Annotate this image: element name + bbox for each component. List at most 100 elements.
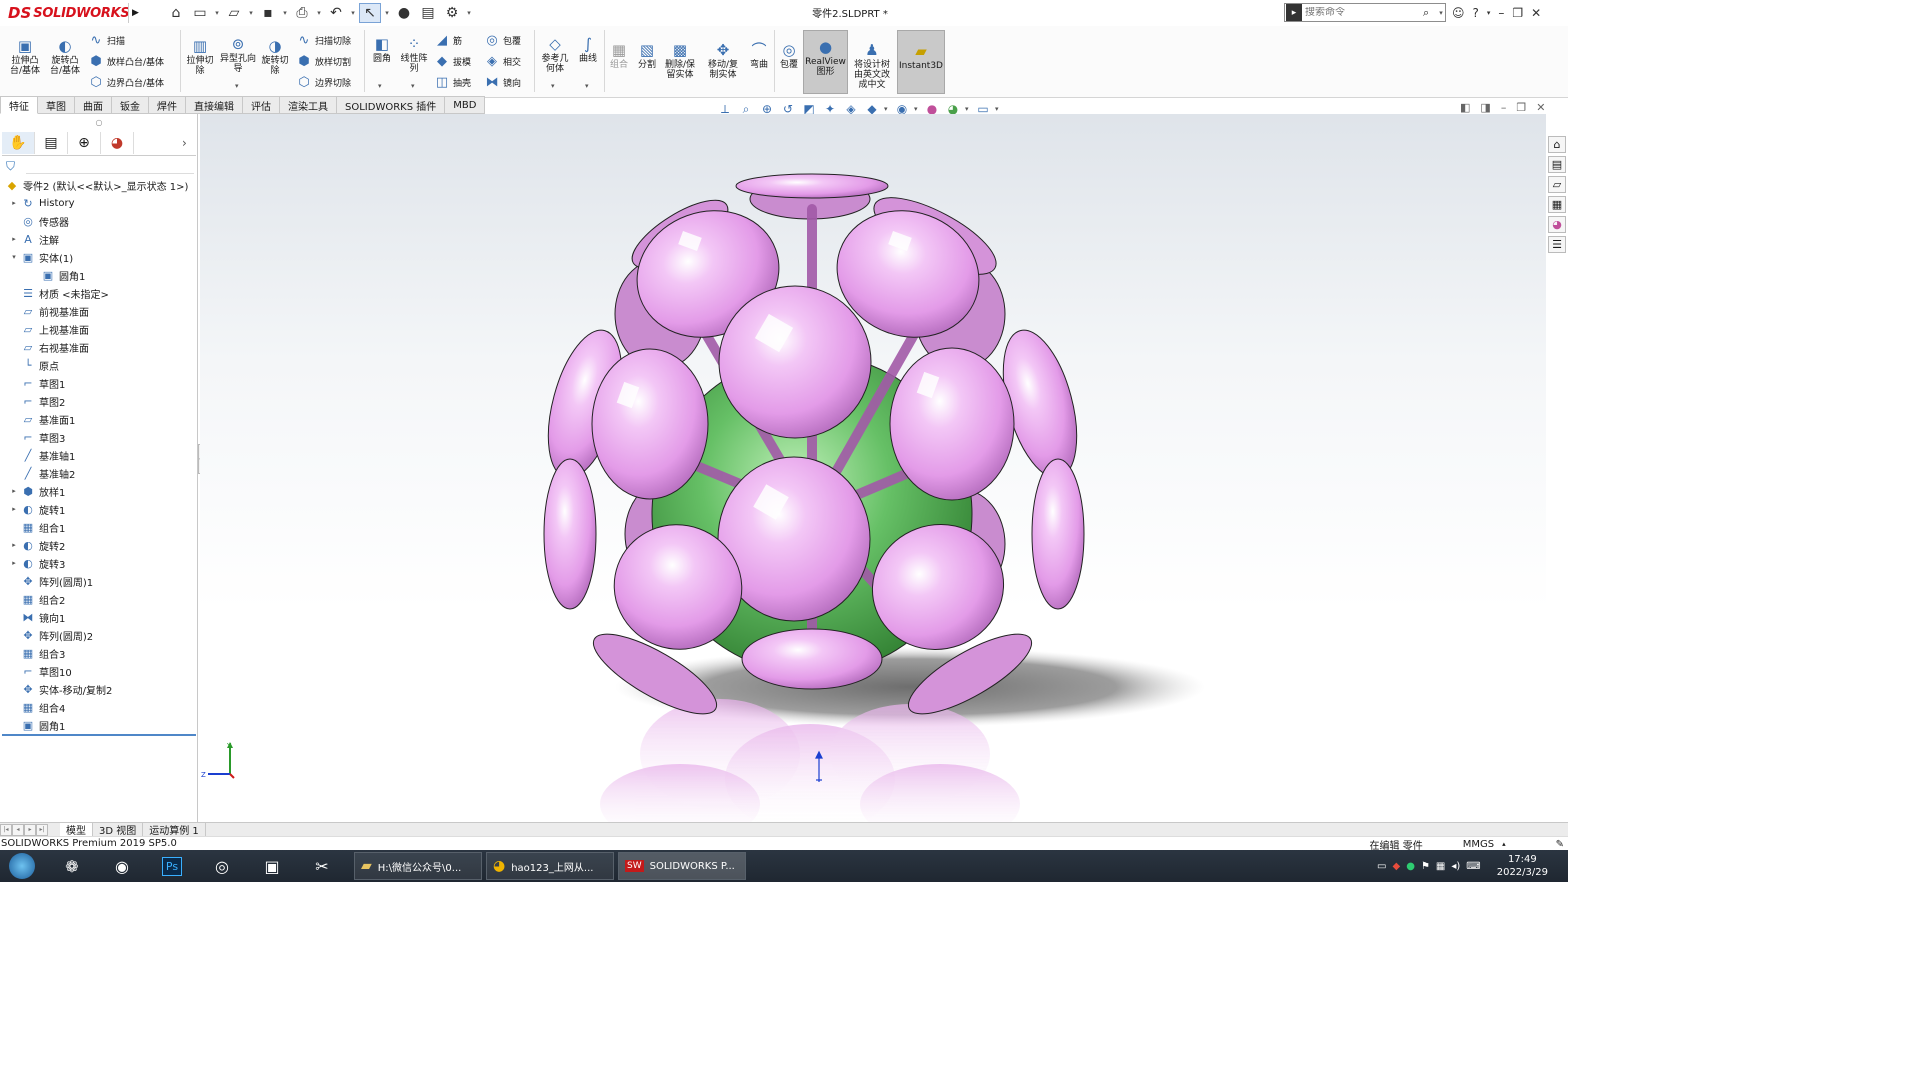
print-icon[interactable]: ⎙ xyxy=(291,3,313,23)
design-library-icon[interactable]: ▤ xyxy=(1548,156,1566,173)
tree-en-cn-button[interactable]: ♟ 将设计树由英文改成中文 xyxy=(850,40,894,91)
clock[interactable]: 17:49 2022/3/29 xyxy=(1497,853,1548,879)
custom-properties-icon[interactable]: ☰ xyxy=(1548,236,1566,253)
last-tab-arrow[interactable]: ▸| xyxy=(36,823,48,836)
configuration-tab[interactable]: ⊕ xyxy=(68,132,101,154)
tree-item[interactable]: ▦ 组合4 xyxy=(0,698,198,716)
tree-item[interactable]: ⧓ 镜向1 xyxy=(0,608,198,626)
graphics-area[interactable] xyxy=(200,114,1546,822)
tab-7[interactable]: 渲染工具 xyxy=(280,96,337,114)
wrap-button[interactable]: ◎ 包覆 xyxy=(484,31,521,49)
save-dropdown[interactable]: ▾ xyxy=(281,3,289,23)
expand-panel-icon[interactable]: › xyxy=(182,136,187,150)
tree-item[interactable]: ▣ 圆角1 xyxy=(0,266,198,284)
tree-item[interactable]: ✥ 实体-移动/复制2 xyxy=(0,680,198,698)
boundary-cut-button[interactable]: ⬡ 边界切除 xyxy=(296,73,351,91)
tree-item[interactable]: ▦ 组合3 xyxy=(0,644,198,662)
wrap2-button[interactable]: ◎ 包覆 xyxy=(776,40,802,71)
taskbar-window-browser[interactable]: ◕ hao123_上网从... xyxy=(486,852,614,880)
pattern-dropdown[interactable]: ▾ xyxy=(411,82,415,90)
expand-arrow-icon[interactable]: ▸ xyxy=(8,199,20,207)
hole-wizard-dropdown[interactable]: ▾ xyxy=(235,82,239,90)
tray-ime-icon[interactable]: ⌨ xyxy=(1466,861,1480,872)
open-dropdown[interactable]: ▾ xyxy=(247,3,255,23)
shell-button[interactable]: ◫ 抽壳 xyxy=(434,73,471,91)
undo-icon[interactable]: ↶ xyxy=(325,3,347,23)
tree-item[interactable]: ⌐ 草图10 xyxy=(0,662,198,680)
prev-tab-arrow[interactable]: ◂ xyxy=(12,823,24,836)
tree-item[interactable]: ▸ ↻ History xyxy=(0,194,198,212)
first-tab-arrow[interactable]: |◂ xyxy=(0,823,12,836)
tray-network-icon[interactable]: ▦ xyxy=(1436,861,1445,872)
next-tab-arrow[interactable]: ▸ xyxy=(24,823,36,836)
curves-button[interactable]: ∫ 曲线 xyxy=(574,34,602,65)
move-copy-body-button[interactable]: ✥ 移动/复制实体 xyxy=(704,40,742,81)
appearances-icon[interactable]: ◕ xyxy=(1548,216,1566,233)
select-dropdown[interactable]: ▾ xyxy=(383,3,391,23)
draft-button[interactable]: ◆ 拔模 xyxy=(434,52,471,70)
tab-0[interactable]: 特征 xyxy=(0,96,38,114)
tree-item[interactable]: ▦ 组合2 xyxy=(0,590,198,608)
file-explorer-icon[interactable]: ▱ xyxy=(1548,176,1566,193)
close-button[interactable]: ✕ xyxy=(1531,6,1541,20)
browser-icon[interactable]: ◉ xyxy=(102,852,142,880)
tray-security-icon[interactable]: ● xyxy=(1406,861,1415,872)
tab-4[interactable]: 焊件 xyxy=(149,96,186,114)
tree-item[interactable]: ⌐ 草图2 xyxy=(0,392,198,410)
restore-button[interactable]: ❐ xyxy=(1512,6,1523,20)
sweep-button[interactable]: ∿ 扫描 xyxy=(88,31,125,49)
select-icon[interactable]: ↖ xyxy=(359,3,381,23)
realview-button[interactable]: ● RealView图形 xyxy=(803,30,848,94)
tray-flag-icon[interactable]: ⚑ xyxy=(1421,861,1430,872)
minimize-button[interactable]: – xyxy=(1498,6,1504,20)
tree-item[interactable]: ▸ ◐ 旋转3 xyxy=(0,554,198,572)
tab-5[interactable]: 直接编辑 xyxy=(186,96,243,114)
flex-button[interactable]: ⌒ 弯曲 xyxy=(746,40,772,71)
taskbar-window-solidworks[interactable]: SW SOLIDWORKS P... xyxy=(618,852,746,880)
solidworks-resources-icon[interactable]: ⌂ xyxy=(1548,136,1566,153)
expand-arrow-icon[interactable]: ▸ xyxy=(8,541,20,549)
linear-pattern-button[interactable]: ⁘ 线性阵列 xyxy=(398,34,430,75)
home-icon[interactable]: ⌂ xyxy=(165,3,187,23)
expand-arrow-icon[interactable]: ▸ xyxy=(8,505,20,513)
hole-wizard-button[interactable]: ⊚ 异型孔向导 xyxy=(220,34,256,75)
intersect-button[interactable]: ◈ 相交 xyxy=(484,52,521,70)
help-dropdown[interactable]: ▾ xyxy=(1487,9,1491,17)
solidworks-logo[interactable]: DS SOLIDWORKS xyxy=(8,3,130,23)
filter-icon[interactable]: ⛉ xyxy=(6,159,15,174)
panel-grip[interactable]: ○ xyxy=(0,115,198,129)
search-mode-icon[interactable]: ▸ xyxy=(1286,4,1302,21)
media-icon[interactable]: ◎ xyxy=(202,852,242,880)
tray-antivirus-icon[interactable]: ◆ xyxy=(1393,861,1401,872)
tree-item[interactable]: ▸ ⬢ 放样1 xyxy=(0,482,198,500)
units-dropdown[interactable]: ▴ xyxy=(1502,840,1506,848)
extrude-cut-button[interactable]: ▥ 拉伸切除 xyxy=(184,36,216,77)
display-manager-tab[interactable]: ◕ xyxy=(101,132,134,154)
expand-arrow-icon[interactable]: ▸ xyxy=(8,559,20,567)
search-command-box[interactable]: ▸ ⌕ ▾ xyxy=(1284,3,1446,22)
tree-item[interactable]: ▸ ◐ 旋转2 xyxy=(0,536,198,554)
options-icon[interactable]: ⚙ xyxy=(441,3,463,23)
tree-item[interactable]: ╱ 基准轴1 xyxy=(0,446,198,464)
scene-dropdown[interactable]: ▾ xyxy=(965,105,971,113)
status-units[interactable]: MMGS xyxy=(1463,839,1494,850)
tray-volume-icon[interactable]: ◂) xyxy=(1451,861,1460,872)
tree-item[interactable]: ▸ A 注解 xyxy=(0,230,198,248)
expand-arrow-icon[interactable]: ▾ xyxy=(8,253,20,261)
undo-dropdown[interactable]: ▾ xyxy=(349,3,357,23)
expand-arrow-icon[interactable]: ▸ xyxy=(8,487,20,495)
collapse-left-icon[interactable]: ◧ xyxy=(1460,101,1470,114)
tree-item[interactable]: ⌐ 草图3 xyxy=(0,428,198,446)
taskbar-window-explorer[interactable]: ▰ H:\微信公众号\0... xyxy=(354,852,482,880)
split-button[interactable]: ▧ 分割 xyxy=(634,40,660,71)
new-icon[interactable]: ▭ xyxy=(189,3,211,23)
model-tab-0[interactable]: 模型 xyxy=(60,823,93,837)
feature-tree-tab[interactable]: ✋ xyxy=(2,132,35,154)
tree-item[interactable]: ▸ ◐ 旋转1 xyxy=(0,500,198,518)
new-dropdown[interactable]: ▾ xyxy=(213,3,221,23)
revolve-cut-button[interactable]: ◑ 旋转切除 xyxy=(258,36,292,77)
image-viewer-icon[interactable]: ▣ xyxy=(252,852,292,880)
save-icon[interactable]: ▪ xyxy=(257,3,279,23)
viewport-close-button[interactable]: ✕ xyxy=(1536,101,1545,114)
tree-item[interactable]: ✥ 阵列(圆周)1 xyxy=(0,572,198,590)
